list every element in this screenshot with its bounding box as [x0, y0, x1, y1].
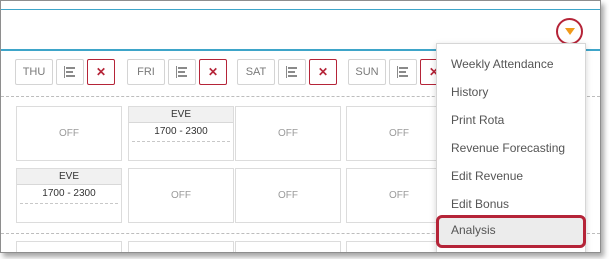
menu-item-edit-revenue[interactable]: Edit Revenue [437, 162, 585, 190]
shift-cell[interactable]: EVE 1700 - 2300 [128, 106, 234, 161]
shift-cell[interactable]: EVE 1700 - 2300 [16, 168, 122, 223]
day-button-sun[interactable]: SUN [348, 59, 386, 85]
rota-panel: THU ✕ FRI ✕ SAT ✕ SUN ✕ OFF EVE 1700 - 2… [0, 0, 601, 253]
shift-cell-off[interactable]: OFF [16, 106, 122, 161]
day-list-button-sun[interactable] [389, 59, 417, 85]
triangle-down-icon [564, 28, 575, 35]
day-remove-button-sat[interactable]: ✕ [309, 59, 337, 85]
shift-cell-off[interactable]: OFF [235, 106, 341, 161]
shift-cell-partial[interactable] [16, 241, 122, 252]
list-icon [176, 66, 188, 78]
menu-item-analysis[interactable]: Analysis [436, 215, 586, 248]
day-button-thu[interactable]: THU [15, 59, 53, 85]
day-remove-button-fri[interactable]: ✕ [199, 59, 227, 85]
shift-label: EVE [17, 169, 121, 185]
list-icon [64, 66, 76, 78]
day-controls-sat: SAT ✕ [237, 59, 337, 85]
shift-cell-partial[interactable] [235, 241, 341, 252]
day-button-fri[interactable]: FRI [127, 59, 165, 85]
shift-cell-partial[interactable] [128, 241, 234, 252]
day-controls-sun: SUN ✕ [348, 59, 448, 85]
toolbar-top-line [1, 9, 600, 10]
menu-item-weekly-attendance[interactable]: Weekly Attendance [437, 50, 585, 78]
shift-time: 1700 - 2300 [20, 185, 118, 204]
list-icon [286, 66, 298, 78]
options-dropdown-menu: Weekly Attendance History Print Rota Rev… [436, 43, 586, 252]
list-icon [397, 66, 409, 78]
shift-time: 1700 - 2300 [132, 123, 230, 142]
shift-cell-off[interactable]: OFF [128, 168, 234, 223]
shift-label: EVE [129, 107, 233, 123]
day-remove-button-thu[interactable]: ✕ [87, 59, 115, 85]
menu-toggle-button[interactable] [556, 18, 583, 45]
menu-item-print-rota[interactable]: Print Rota [437, 106, 585, 134]
menu-item-revenue-forecasting[interactable]: Revenue Forecasting [437, 134, 585, 162]
day-button-sat[interactable]: SAT [237, 59, 275, 85]
day-list-button-sat[interactable] [278, 59, 306, 85]
day-controls-fri: FRI ✕ [127, 59, 227, 85]
menu-item-history[interactable]: History [437, 78, 585, 106]
menu-item-edit-bonus[interactable]: Edit Bonus [437, 190, 585, 218]
day-controls-thu: THU ✕ [15, 59, 115, 85]
day-list-button-fri[interactable] [168, 59, 196, 85]
shift-cell-off[interactable]: OFF [235, 168, 341, 223]
day-list-button-thu[interactable] [56, 59, 84, 85]
